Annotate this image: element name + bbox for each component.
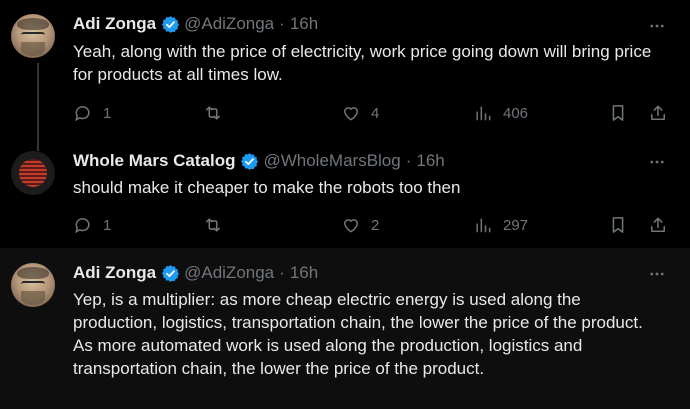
reply-icon [75, 106, 90, 122]
more-icon[interactable] [648, 265, 666, 283]
author-name[interactable]: Whole Mars Catalog [73, 151, 235, 171]
share-icon [651, 105, 665, 120]
reply-button[interactable]: 1 [73, 213, 111, 237]
verified-badge-icon [162, 15, 180, 33]
like-button[interactable]: 4 [341, 101, 379, 125]
retweet-icon [206, 106, 220, 120]
share-icon [651, 217, 665, 232]
avatar[interactable] [11, 263, 55, 307]
avatar[interactable] [11, 151, 55, 195]
verified-badge-icon [162, 264, 180, 282]
tweet-text: Yep, is a multiplier: as more cheap elec… [73, 290, 643, 378]
reply-icon [75, 218, 90, 234]
tweet-text: Yeah, along with the price of electricit… [73, 42, 652, 84]
share-button[interactable] [648, 101, 668, 125]
like-button[interactable]: 2 [341, 213, 379, 237]
share-button[interactable] [648, 213, 668, 237]
tweet-header: Adi Zonga @AdiZonga · 16h [73, 14, 319, 34]
verified-badge-icon [241, 152, 259, 170]
author-handle[interactable]: @WholeMarsBlog [263, 151, 400, 171]
bookmark-icon [612, 105, 624, 121]
bookmark-button[interactable] [608, 101, 628, 125]
timestamp[interactable]: 16h [290, 263, 318, 283]
views-button[interactable]: 297 [473, 213, 528, 237]
timestamp[interactable]: 16h [290, 14, 318, 34]
reply-count: 1 [103, 104, 112, 122]
views-count: 406 [503, 104, 529, 122]
action-bar: 1 2 297 [73, 213, 670, 237]
like-count: 2 [371, 216, 380, 234]
like-count: 4 [371, 104, 380, 122]
retweet-icon [206, 218, 220, 232]
author-handle[interactable]: @AdiZonga [184, 263, 274, 283]
thread-line [37, 140, 39, 151]
author-name[interactable]: Adi Zonga [73, 14, 156, 34]
retweet-button[interactable] [203, 213, 233, 237]
tweet-header: Whole Mars Catalog @WholeMarsBlog · 16h [73, 151, 445, 171]
tweet-2[interactable]: Whole Mars Catalog @WholeMarsBlog · 16h … [0, 140, 690, 248]
more-icon[interactable] [648, 17, 666, 35]
tweet-1[interactable]: Adi Zonga @AdiZonga · 16h Yeah, along wi… [0, 0, 690, 140]
views-button[interactable]: 406 [473, 101, 528, 125]
retweet-button[interactable] [203, 101, 233, 125]
like-icon [344, 219, 358, 233]
like-icon [344, 107, 358, 121]
bookmark-button[interactable] [608, 213, 628, 237]
bookmark-icon [612, 217, 624, 233]
author-name[interactable]: Adi Zonga [73, 263, 156, 283]
avatar[interactable] [11, 14, 55, 58]
action-bar: 1 4 406 [73, 101, 670, 125]
reply-button[interactable]: 1 [73, 101, 111, 125]
thread-line [37, 63, 39, 140]
views-count: 297 [503, 216, 529, 234]
tweet-text: should make it cheaper to make the robot… [73, 178, 461, 197]
views-icon [476, 218, 491, 233]
reply-count: 1 [103, 216, 112, 234]
views-icon [476, 106, 491, 121]
tweet-header: Adi Zonga @AdiZonga · 16h [73, 263, 319, 283]
timestamp[interactable]: 16h [416, 151, 444, 171]
tweet-3[interactable]: Adi Zonga @AdiZonga · 16h Yep, is a mult… [0, 248, 690, 409]
more-icon[interactable] [648, 153, 666, 171]
author-handle[interactable]: @AdiZonga [184, 14, 274, 34]
